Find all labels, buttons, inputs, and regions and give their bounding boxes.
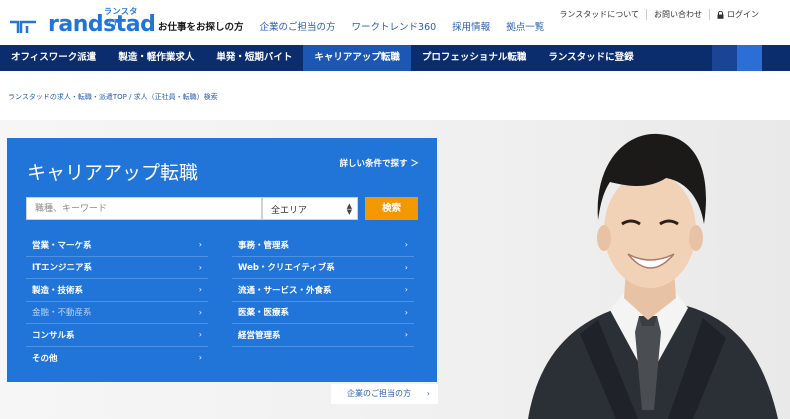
category-list-left: 営業・マーケ系 › ITエンジニア系 › 製造・技術系 › 金融・不動産系 › コンサル… (26, 234, 208, 369)
util-contact-label: お問い合わせ (654, 10, 702, 19)
category-manufacturing-tech[interactable]: 製造・技術系 › (26, 279, 208, 302)
category-list-right: 事務・管理系 › Web・クリエイティブ系 › 流通・サービス・外食系 › 医薬・医療… (232, 234, 414, 347)
main-nav-worktrend[interactable]: ワークトレンド360 (344, 19, 445, 33)
chevron-right-icon: › (198, 285, 202, 295)
updown-arrow-icon: ▲ ▼ (346, 202, 352, 216)
cat-nav-manufacturing[interactable]: 製造・軽作業求人 (107, 45, 205, 71)
category-web-creative[interactable]: Web・クリエイティブ系 › (232, 257, 414, 279)
category-sales-marketing[interactable]: 営業・マーケ系 › (26, 234, 208, 257)
corporate-link-label: 企業のご担当の方 (347, 389, 411, 398)
category-it-engineer[interactable]: ITエンジニア系 › (26, 257, 208, 279)
area-select[interactable]: 全エリア ▲ ▼ (262, 197, 358, 220)
keyword-search-input[interactable] (26, 197, 262, 220)
category-management[interactable]: 経営管理系 › (232, 324, 414, 347)
category-consulting[interactable]: コンサル系 › (26, 324, 208, 347)
nav-accent-block (762, 45, 790, 71)
nav-accent-block (737, 45, 762, 71)
util-about-label: ランスタッドについて (559, 10, 639, 19)
businessman-photo (528, 133, 778, 419)
category-label: Web・クリエイティブ系 (238, 263, 335, 274)
cat-nav-careerup[interactable]: キャリアアップ転職 (303, 45, 411, 71)
category-label: 流通・サービス・外食系 (238, 285, 332, 296)
chevron-right-icon: › (198, 240, 202, 250)
util-about-link[interactable]: ランスタッドについて (552, 9, 646, 20)
category-finance-realestate[interactable]: 金融・不動産系 › (26, 302, 208, 324)
category-label: その他 (32, 353, 58, 364)
util-login-label: ログイン (727, 10, 759, 19)
category-label: コンサル系 (32, 330, 75, 341)
chevron-right-icon: › (404, 285, 408, 295)
category-label: 営業・マーケ系 (32, 240, 92, 251)
cat-nav-office[interactable]: オフィスワーク派遣 (0, 45, 107, 71)
main-nav-companies[interactable]: 企業のご担当の方 (252, 19, 344, 33)
chevron-right-icon: › (198, 262, 202, 272)
chevron-right-icon: › (404, 307, 408, 317)
career-search-panel: キャリアアップ転職 詳しい条件で探す ＞ 全エリア ▲▼ 検索 営業・マーケ系 ›… (7, 138, 437, 382)
search-button[interactable]: 検索 (365, 197, 418, 220)
category-label: 金融・不動産系 (32, 308, 92, 319)
util-contact-link[interactable]: お問い合わせ (646, 9, 709, 20)
category-label: 経営管理系 (238, 330, 281, 341)
lock-icon (717, 10, 724, 19)
main-nav-job-seekers[interactable]: お仕事をお探しの方 (150, 19, 252, 33)
nav-accent-block (712, 45, 737, 71)
site-header: ランスタッド randstad お仕事をお探しの方 企業のご担当の方 ワークトレ… (0, 0, 790, 45)
category-label: 事務・管理系 (238, 240, 290, 251)
util-login-link[interactable]: ログイン (709, 9, 766, 20)
category-nav: オフィスワーク派遣 製造・軽作業求人 単発・短期バイト キャリアアップ転職 プロ… (0, 45, 790, 71)
category-label: 製造・技術系 (32, 285, 84, 296)
category-medical[interactable]: 医薬・医療系 › (232, 302, 414, 324)
utility-nav: ランスタッドについて お問い合わせ ログイン (552, 9, 766, 20)
breadcrumb[interactable]: ランスタッドの求人・転職・派遣TOP / 求人（正社員・転職）検索 (8, 92, 218, 102)
chevron-right-icon: › (404, 330, 408, 340)
chevron-right-icon: › (404, 240, 408, 250)
main-nav: お仕事をお探しの方 企業のご担当の方 ワークトレンド360 採用情報 拠点一覧 (150, 19, 552, 33)
chevron-right-icon: › (426, 389, 430, 398)
cat-nav-shortterm[interactable]: 単発・短期バイト (205, 45, 303, 71)
logo-wordmark: randstad (48, 12, 156, 37)
category-other[interactable]: その他 › (26, 347, 208, 370)
detailed-search-link[interactable]: 詳しい条件で探す ＞ (340, 157, 419, 169)
randstad-mark-icon (10, 20, 36, 33)
panel-title: キャリアアップ転職 (27, 162, 199, 184)
area-select-value: 全エリア (271, 206, 308, 216)
cat-nav-register[interactable]: ランスタッドに登録 (537, 45, 644, 71)
category-label: ITエンジニア系 (32, 263, 92, 274)
chevron-right-icon: › (198, 330, 202, 340)
main-nav-recruit[interactable]: 採用情報 (444, 19, 498, 33)
chevron-right-icon: › (198, 353, 202, 363)
chevron-right-icon: › (404, 262, 408, 272)
main-nav-locations[interactable]: 拠点一覧 (498, 19, 552, 33)
chevron-right-icon: › (198, 307, 202, 317)
cat-nav-professional[interactable]: プロフェッショナル転職 (411, 45, 538, 71)
category-office-admin[interactable]: 事務・管理系 › (232, 234, 414, 257)
nav-spacer (645, 45, 712, 71)
category-retail-service[interactable]: 流通・サービス・外食系 › (232, 279, 414, 302)
corporate-link[interactable]: 企業のご担当の方 › (331, 384, 438, 404)
category-label: 医薬・医療系 (238, 308, 290, 319)
randstad-logo[interactable]: ランスタッド randstad (8, 6, 156, 40)
